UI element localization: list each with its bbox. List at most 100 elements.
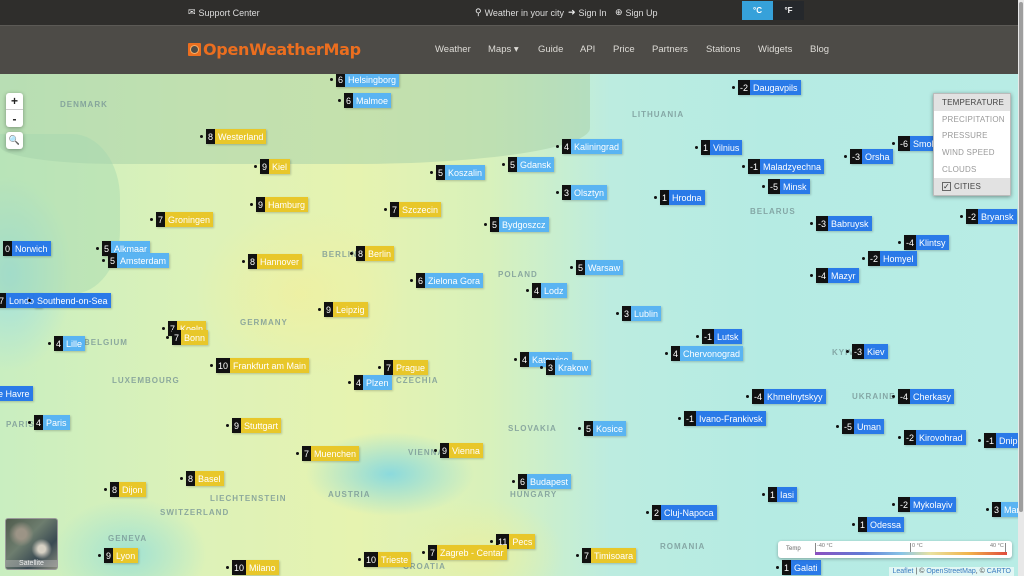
city-marker[interactable]: 1 Vilnius (695, 140, 743, 155)
city-marker[interactable]: 9 Lyon (98, 548, 139, 563)
support-center-link[interactable]: ✉ Support Center (188, 7, 260, 18)
city-marker[interactable]: 4 Plzen (348, 375, 392, 390)
city-marker[interactable]: 7 Groningen (150, 212, 214, 227)
city-marker[interactable]: 1 Galati (776, 560, 821, 575)
city-marker[interactable]: -3 Orsha (844, 149, 893, 164)
city-marker[interactable]: -2 Daugavpils (732, 80, 801, 95)
city-marker[interactable]: -1 Ivano-Frankivsk (678, 411, 766, 426)
fahrenheit-button[interactable]: °F (773, 1, 804, 20)
city-marker[interactable]: -5 Minsk (762, 179, 810, 194)
city-marker[interactable]: 4 Lille (48, 336, 86, 351)
city-marker[interactable]: -1 Maladzyechna (742, 159, 825, 174)
carto-link[interactable]: CARTO (987, 568, 1011, 575)
city-marker[interactable]: 6 Helsingborg (330, 74, 400, 87)
city-marker[interactable]: 8 Basel (180, 471, 224, 486)
city-marker[interactable]: 1 Hrodna (654, 190, 705, 205)
city-marker[interactable]: -2 Mykolayiv (892, 497, 956, 512)
city-marker[interactable]: 9 Hamburg (250, 197, 309, 212)
city-marker[interactable]: 3 Lublin (616, 306, 662, 321)
city-marker[interactable]: 7 Prague (378, 360, 429, 375)
city-marker[interactable]: 6 Budapest (512, 474, 572, 489)
city-marker[interactable]: Southend-on-Sea (28, 293, 111, 308)
city-marker[interactable]: 3 Olsztyn (556, 185, 608, 200)
map-search-button[interactable]: 🔍 (6, 132, 23, 149)
checkbox-icon[interactable]: ✓ (942, 181, 951, 191)
city-marker[interactable]: -2 Homyel (862, 251, 917, 266)
nav-widgets[interactable]: Widgets (758, 44, 792, 55)
city-marker[interactable]: 7 Muenchen (296, 446, 360, 461)
city-marker[interactable]: 4 Kaliningrad (556, 139, 623, 154)
weather-map[interactable]: DENMARK LITHUANIA BELARUS POLAND GERMANY… (0, 74, 1018, 576)
city-marker[interactable]: 10 Frankfurt am Main (210, 358, 310, 373)
city-marker[interactable]: 9 Vienna (434, 443, 483, 458)
layer-option-cities[interactable]: ✓ CITIES (934, 177, 1010, 195)
city-marker[interactable]: 5 Kosice (578, 421, 627, 436)
city-marker[interactable]: 5 Bydgoszcz (484, 217, 549, 232)
city-marker[interactable]: 4 Chervonograd (665, 346, 744, 361)
osm-link[interactable]: OpenStreetMap (926, 568, 975, 575)
nav-price[interactable]: Price (613, 44, 635, 55)
city-marker[interactable]: -5 Uman (836, 419, 885, 434)
nav-weather[interactable]: Weather (435, 44, 471, 55)
city-marker[interactable]: -2 Kirovohrad (898, 430, 966, 445)
city-marker[interactable]: 10 Milano (226, 560, 279, 575)
nav-maps[interactable]: Maps ▾ (488, 44, 519, 55)
city-marker[interactable]: 4 Lodz (526, 283, 567, 298)
layer-option-precipitation[interactable]: PRECIPITATION (934, 111, 1010, 128)
city-marker[interactable]: 6 Malmoe (338, 93, 392, 108)
city-marker[interactable]: 3Mariupol (986, 502, 1018, 517)
sign-in-link[interactable]: ➜ Sign In (568, 7, 607, 18)
city-marker[interactable]: 5 Gdansk (502, 157, 555, 172)
city-marker[interactable]: 1 Odessa (852, 517, 905, 532)
city-marker[interactable]: 7 Bonn (166, 330, 209, 345)
page-scrollbar[interactable] (1018, 0, 1024, 576)
city-marker[interactable]: 7 Zagreb - Centar (422, 545, 507, 560)
city-marker[interactable]: 2 Cluj-Napoca (646, 505, 717, 520)
city-marker[interactable]: 9 Leipzig (318, 302, 368, 317)
weather-in-city-link[interactable]: ⚲ Weather in your city (475, 7, 564, 18)
city-marker[interactable]: 0 Norwich (3, 241, 51, 256)
city-marker[interactable]: -4 Cherkasy (892, 389, 955, 404)
layer-option-wind-speed[interactable]: WIND SPEED (934, 144, 1010, 161)
city-marker[interactable]: 10 Trieste (358, 552, 412, 567)
city-marker[interactable]: 9 Stuttgart (226, 418, 282, 433)
logo[interactable]: OpenWeatherMap (188, 40, 361, 59)
zoom-out-button[interactable]: - (6, 110, 23, 127)
nav-blog[interactable]: Blog (810, 44, 829, 55)
scrollbar-thumb[interactable] (1019, 2, 1023, 512)
city-marker[interactable]: -3 Kiev (846, 344, 888, 359)
city-marker[interactable]: -4 Klintsy (898, 235, 949, 250)
city-marker[interactable]: Le Havre (0, 386, 33, 401)
nav-partners[interactable]: Partners (652, 44, 688, 55)
sign-up-link[interactable]: ⊕ Sign Up (615, 7, 658, 18)
nav-stations[interactable]: Stations (706, 44, 740, 55)
nav-guide[interactable]: Guide (538, 44, 563, 55)
city-marker[interactable]: -2 Bryansk (960, 209, 1017, 224)
city-marker[interactable]: 6 Zielona Gora (410, 273, 484, 288)
city-marker[interactable]: -4 Khmelnytskyy (746, 389, 826, 404)
celsius-button[interactable]: °C (742, 1, 773, 20)
layer-option-clouds[interactable]: CLOUDS (934, 161, 1010, 178)
city-marker[interactable]: 9 Kiel (254, 159, 291, 174)
leaflet-link[interactable]: Leaflet (892, 568, 913, 575)
city-marker[interactable]: 1 Iasi (762, 487, 798, 502)
city-marker[interactable]: -3 Babruysk (810, 216, 872, 231)
city-marker[interactable]: -1Dnipro (978, 433, 1018, 448)
city-marker[interactable]: 8 Berlin (350, 246, 395, 261)
city-marker[interactable]: 4 Paris (28, 415, 70, 430)
city-marker[interactable]: 5 Amsterdam (102, 253, 170, 268)
city-marker[interactable]: 8 Hannover (242, 254, 303, 269)
city-marker[interactable]: -1 Lutsk (696, 329, 742, 344)
layer-option-temperature[interactable]: TEMPERATURE (934, 94, 1010, 111)
city-marker[interactable]: 7 Timisoara (576, 548, 637, 563)
city-marker[interactable]: 8 Westerland (200, 129, 267, 144)
city-marker[interactable]: 5 Koszalin (430, 165, 486, 180)
zoom-in-button[interactable]: + (6, 93, 23, 110)
city-marker[interactable]: -4 Mazyr (810, 268, 859, 283)
city-marker[interactable]: 7 Szczecin (384, 202, 442, 217)
city-marker[interactable]: 5 Warsaw (570, 260, 624, 275)
satellite-toggle[interactable]: Satellite (5, 518, 58, 570)
city-marker[interactable]: 3 Krakow (540, 360, 592, 375)
nav-api[interactable]: API (580, 44, 595, 55)
layer-option-pressure[interactable]: PRESSURE (934, 128, 1010, 145)
